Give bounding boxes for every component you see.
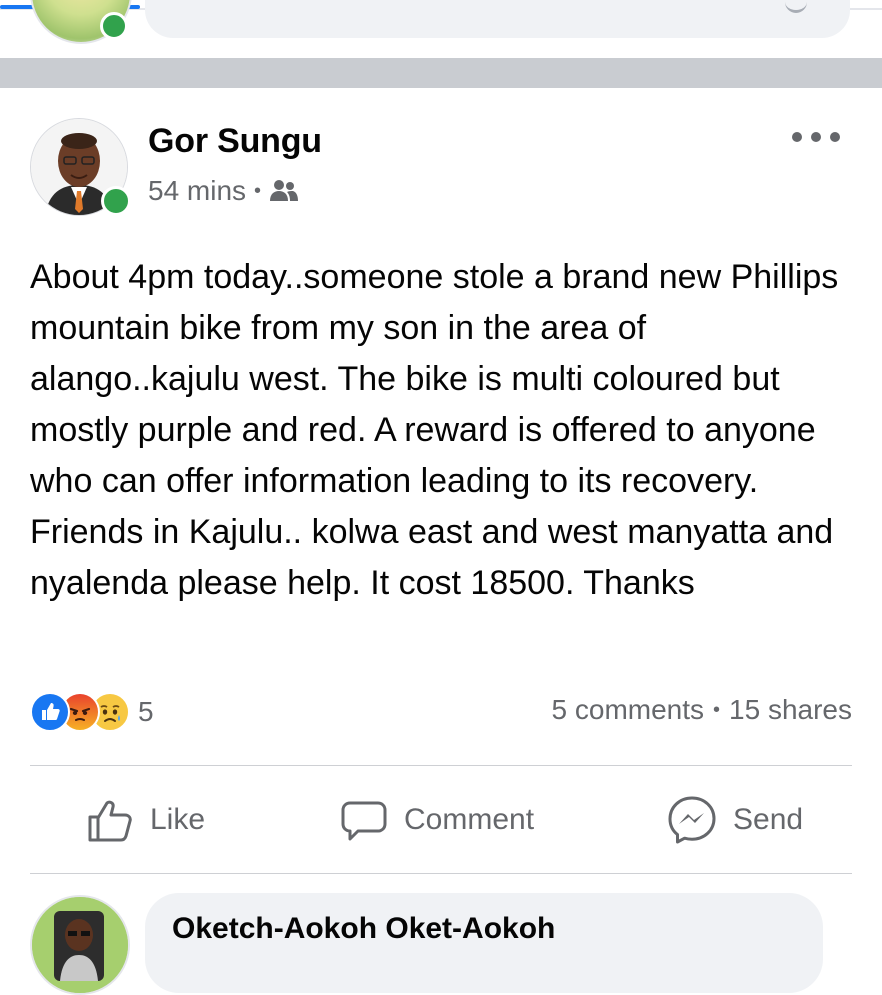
more-dot-icon <box>811 132 821 142</box>
meta-separator: • <box>254 179 262 202</box>
commenter-avatar[interactable] <box>30 895 130 995</box>
comment-label: Comment <box>404 803 535 836</box>
like-icon <box>88 800 132 842</box>
post-author-name[interactable]: Gor Sungu <box>148 122 322 161</box>
stats-separator: • <box>713 698 721 721</box>
friends-icon <box>270 180 299 201</box>
actions-bottom-divider <box>30 873 852 874</box>
comment-button[interactable]: Comment <box>340 792 534 848</box>
shares-count[interactable]: 15 shares <box>729 694 852 726</box>
more-options-button[interactable] <box>792 124 840 150</box>
post-stats: 5 comments • 15 shares <box>552 694 852 726</box>
messenger-icon <box>668 796 716 844</box>
composer-strip <box>0 0 882 58</box>
commenter-name[interactable]: Oketch-Aokoh Oket-Aokoh <box>172 912 555 946</box>
more-dot-icon <box>830 132 840 142</box>
actions-top-divider <box>30 765 852 766</box>
send-button[interactable]: Send <box>667 792 803 848</box>
like-button[interactable]: Like <box>86 792 205 848</box>
comments-count[interactable]: 5 comments <box>552 694 705 726</box>
online-status-dot <box>100 12 128 40</box>
reaction-count[interactable]: 5 <box>138 696 154 728</box>
composer-input[interactable] <box>145 0 850 38</box>
commenter-photo <box>32 897 128 993</box>
like-reaction-icon <box>30 692 70 732</box>
post-time[interactable]: 54 mins <box>148 175 246 207</box>
post-meta: 54 mins • <box>148 175 299 207</box>
author-online-dot <box>101 186 131 216</box>
feed-separator <box>0 58 882 88</box>
more-dot-icon <box>792 132 802 142</box>
like-label: Like <box>150 803 206 836</box>
comment-icon <box>341 801 387 841</box>
send-label: Send <box>733 803 804 836</box>
reactions-summary[interactable]: 5 <box>30 692 154 732</box>
post-body: About 4pm today..someone stole a brand n… <box>30 258 839 602</box>
